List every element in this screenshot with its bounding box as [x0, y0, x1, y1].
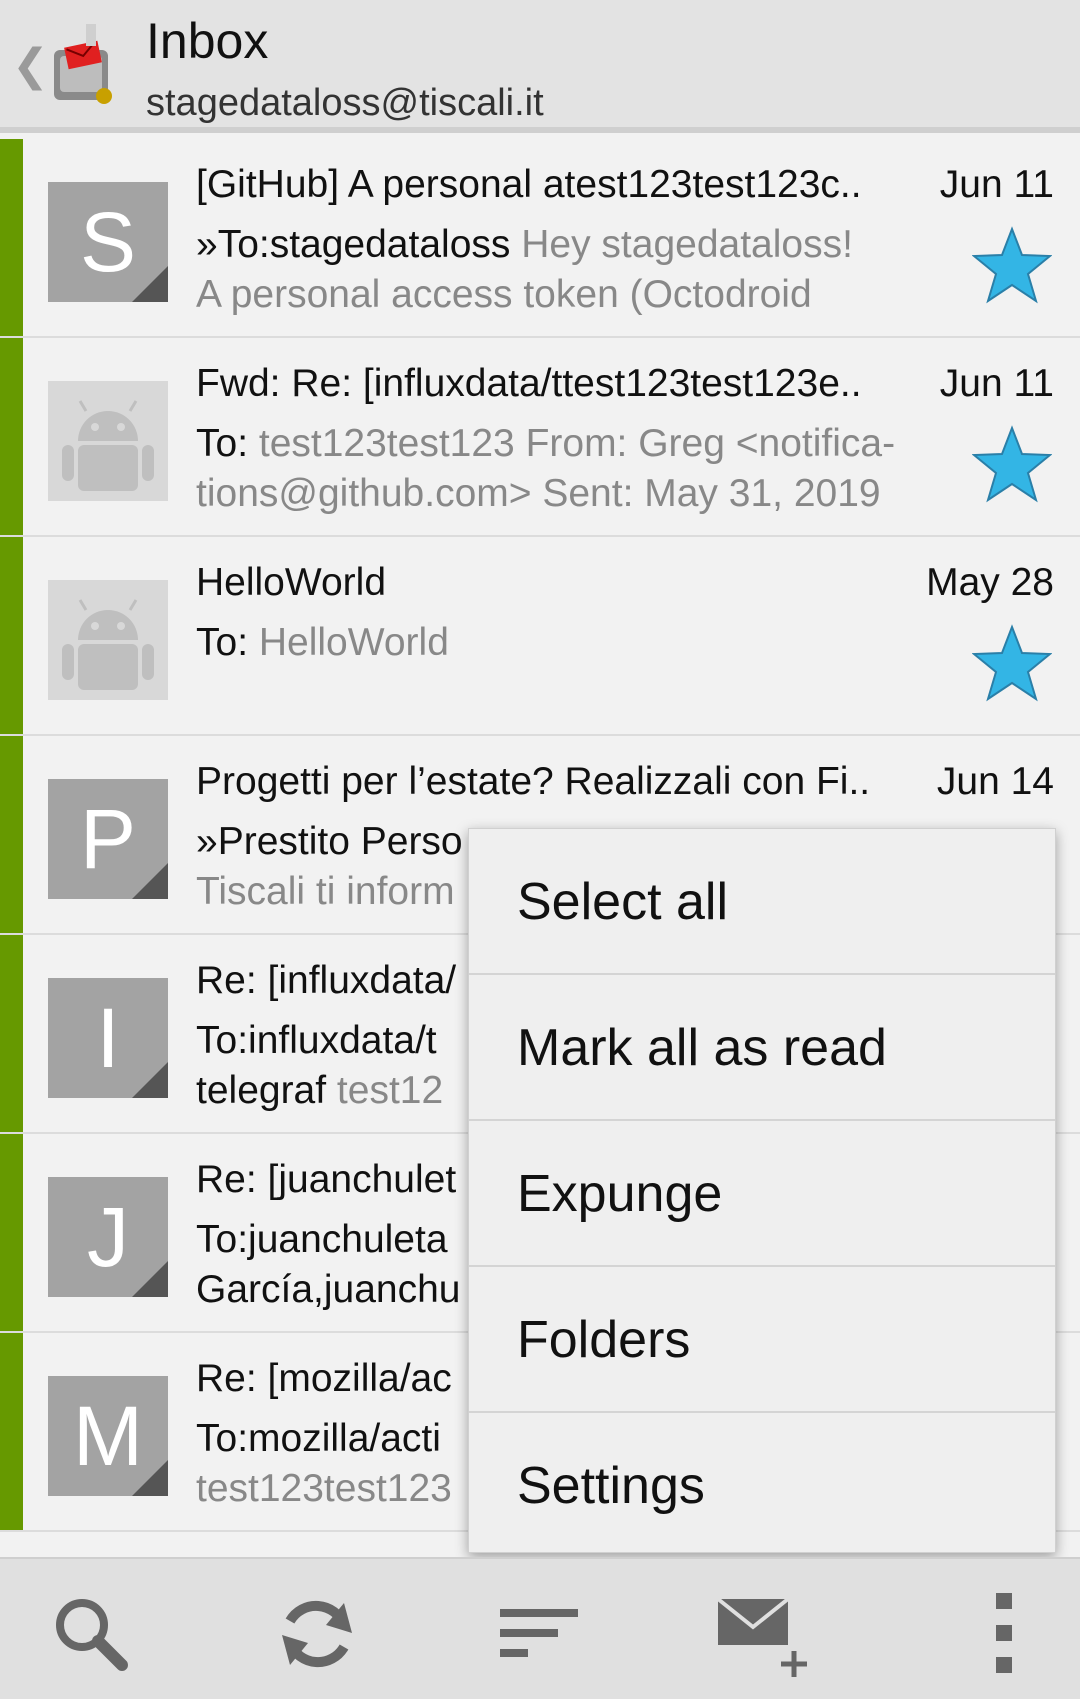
menu-item-folders[interactable]: Folders: [469, 1267, 1055, 1413]
unread-indicator: [0, 139, 23, 336]
message-date: Jun 11: [939, 362, 1054, 405]
page-title: Inbox: [146, 13, 269, 69]
message-preview: HelloWorld: [248, 621, 449, 664]
menu-item-expunge[interactable]: Expunge: [469, 1121, 1055, 1267]
message-preview: test123test123 From: Greg <notifica-: [248, 422, 896, 465]
menu-item-settings[interactable]: Settings: [469, 1413, 1055, 1559]
message-subject: Progetti per l’estate? Realizzali con Fi…: [196, 760, 871, 803]
account-email: stagedataloss@tiscali.it: [146, 82, 544, 124]
unread-indicator: [0, 1134, 23, 1331]
refresh-icon[interactable]: [272, 1589, 362, 1679]
avatar: P: [48, 779, 168, 899]
message-row[interactable]: Fwd: Re: [influxdata/ttest123test123e.. …: [0, 338, 1080, 537]
unread-indicator: [0, 935, 23, 1132]
avatar: I: [48, 978, 168, 1098]
message-recipient: To: test123test123 From: Greg <notifica-: [196, 422, 896, 465]
avatar: M: [48, 1376, 168, 1496]
android-avatar-icon: [48, 580, 168, 700]
message-date: May 28: [926, 561, 1054, 604]
sort-icon[interactable]: [496, 1589, 586, 1679]
message-preview-line: A personal access token (Octodroid: [196, 273, 812, 316]
message-subject: [GitHub] A personal atest123test123c..: [196, 163, 862, 206]
menu-item-select-all[interactable]: Select all: [469, 829, 1055, 975]
avatar: J: [48, 1177, 168, 1297]
mailbox-icon[interactable]: [46, 20, 122, 110]
unread-indicator: [0, 338, 23, 535]
message-date: Jun 14: [936, 760, 1054, 803]
search-icon[interactable]: [46, 1589, 136, 1679]
message-subject: Fwd: Re: [influxdata/ttest123test123e..: [196, 362, 862, 405]
chevron-left-icon[interactable]: ❮: [12, 40, 49, 91]
android-avatar-icon: [48, 381, 168, 501]
unread-indicator: [0, 736, 23, 933]
overflow-menu-icon[interactable]: [960, 1589, 1050, 1679]
compose-icon[interactable]: [716, 1589, 816, 1679]
message-subject: HelloWorld: [196, 561, 387, 604]
message-preview-line: tions@github.com> Sent: May 31, 2019: [196, 472, 881, 515]
unread-indicator: [0, 537, 23, 734]
action-bar: ❮ Inbox stagedataloss@tiscali.it: [0, 0, 1080, 133]
bottom-action-bar: [0, 1557, 1080, 1699]
unread-indicator: [0, 1333, 23, 1530]
message-recipient: »To:stagedataloss Hey stagedataloss!: [196, 223, 853, 266]
message-date: Jun 11: [939, 163, 1054, 206]
star-icon[interactable]: [972, 424, 1052, 504]
star-icon[interactable]: [972, 225, 1052, 305]
avatar: S: [48, 182, 168, 302]
message-preview: Hey stagedataloss!: [510, 223, 853, 266]
star-icon[interactable]: [972, 623, 1052, 703]
message-row[interactable]: HelloWorld May 28 To: HelloWorld: [0, 537, 1080, 736]
menu-item-mark-all-read[interactable]: Mark all as read: [469, 975, 1055, 1121]
message-row[interactable]: S [GitHub] A personal atest123test123c..…: [0, 139, 1080, 338]
overflow-popup-menu: Select all Mark all as read Expunge Fold…: [468, 828, 1056, 1553]
message-recipient: To: HelloWorld: [196, 621, 449, 664]
